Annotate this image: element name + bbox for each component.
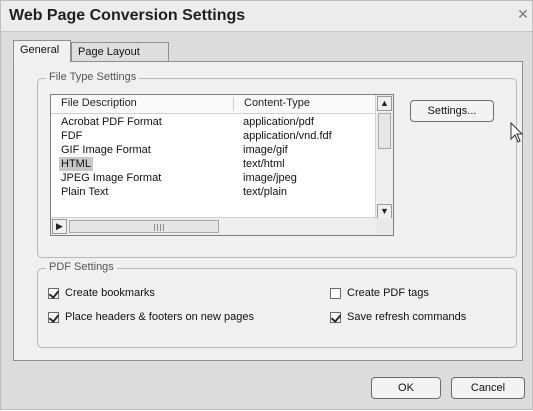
column-header-file-description[interactable]: File Description — [61, 97, 137, 109]
column-header-content-type[interactable]: Content-Type — [233, 97, 310, 111]
content-type-cell: application/pdf — [243, 116, 314, 128]
dialog-window: Web Page Conversion Settings ✕ General P… — [0, 0, 533, 410]
horizontal-scrollbar[interactable]: ◀ ▶ — [51, 217, 377, 235]
create-bookmarks-checkbox[interactable] — [48, 287, 59, 299]
title-bar: Web Page Conversion Settings ✕ — [1, 1, 532, 32]
content-type-cell: application/vnd.fdf — [243, 130, 332, 142]
file-description-cell: FDF — [61, 130, 83, 142]
settings-button[interactable]: Settings... — [410, 100, 494, 122]
file-description-cell: JPEG Image Format — [61, 172, 162, 184]
file-description-cell: Plain Text — [61, 186, 109, 198]
create-bookmarks-option[interactable]: Create bookmarks — [48, 287, 155, 299]
create-pdf-tags-option[interactable]: Create PDF tags — [330, 287, 429, 299]
tab-panel-general: File Type Settings File Description Cont… — [13, 61, 524, 361]
scroll-right-icon[interactable]: ▶ — [52, 219, 67, 234]
create-pdf-tags-checkbox[interactable] — [330, 287, 341, 299]
pdf-settings-group: PDF Settings Create bookmarks Place head… — [37, 261, 517, 348]
tab-page-layout[interactable]: Page Layout — [71, 42, 169, 61]
place-headers-footers-option[interactable]: Place headers & footers on new pages — [48, 311, 254, 323]
content-type-cell: image/gif — [243, 144, 288, 156]
list-item[interactable]: Acrobat PDF Format application/pdf — [51, 115, 377, 129]
vertical-scrollbar[interactable]: ▲ ▼ — [375, 95, 393, 219]
file-description-cell: GIF Image Format — [61, 144, 151, 156]
scroll-grip-icon — [154, 224, 164, 231]
create-pdf-tags-label: Create PDF tags — [347, 287, 429, 299]
dialog-button-row: OK Cancel — [1, 361, 533, 411]
list-item[interactable]: JPEG Image Format image/jpeg — [51, 171, 377, 185]
file-description-cell: HTML — [59, 157, 93, 171]
save-refresh-commands-option[interactable]: Save refresh commands — [330, 311, 466, 323]
list-item[interactable]: GIF Image Format image/gif — [51, 143, 377, 157]
close-icon[interactable]: ✕ — [516, 5, 530, 23]
pdf-settings-label: PDF Settings — [46, 261, 117, 273]
file-type-settings-group: File Type Settings File Description Cont… — [37, 71, 524, 258]
file-type-settings-label: File Type Settings — [46, 71, 140, 83]
place-headers-footers-checkbox[interactable] — [48, 311, 59, 323]
list-rows: Acrobat PDF Format application/pdf FDF a… — [51, 115, 377, 211]
scrollbar-corner — [376, 218, 393, 235]
list-item[interactable]: FDF application/vnd.fdf — [51, 129, 377, 143]
list-item-selected[interactable]: HTML text/html — [51, 157, 377, 171]
file-description-cell: Acrobat PDF Format — [61, 116, 162, 128]
create-bookmarks-label: Create bookmarks — [65, 287, 155, 299]
horizontal-scroll-thumb[interactable] — [69, 220, 219, 233]
file-type-listbox[interactable]: File Description Content-Type Acrobat PD… — [50, 94, 394, 236]
scroll-up-icon[interactable]: ▲ — [377, 96, 392, 111]
scroll-down-icon[interactable]: ▼ — [377, 204, 392, 219]
ok-button[interactable]: OK — [371, 377, 441, 399]
content-type-cell: image/jpeg — [243, 172, 297, 184]
list-item[interactable]: Plain Text text/plain — [51, 185, 377, 199]
cancel-button[interactable]: Cancel — [451, 377, 525, 399]
save-refresh-commands-checkbox[interactable] — [330, 311, 341, 323]
window-title: Web Page Conversion Settings — [9, 7, 246, 24]
content-type-cell: text/html — [243, 158, 285, 170]
mouse-cursor-icon — [510, 122, 524, 143]
save-refresh-commands-label: Save refresh commands — [347, 311, 467, 323]
list-header: File Description Content-Type — [51, 95, 377, 114]
content-type-cell: text/plain — [243, 186, 288, 198]
tab-general[interactable]: General — [13, 40, 71, 62]
vertical-scroll-thumb[interactable] — [378, 113, 391, 149]
place-headers-footers-label: Place headers & footers on new pages — [65, 311, 254, 323]
